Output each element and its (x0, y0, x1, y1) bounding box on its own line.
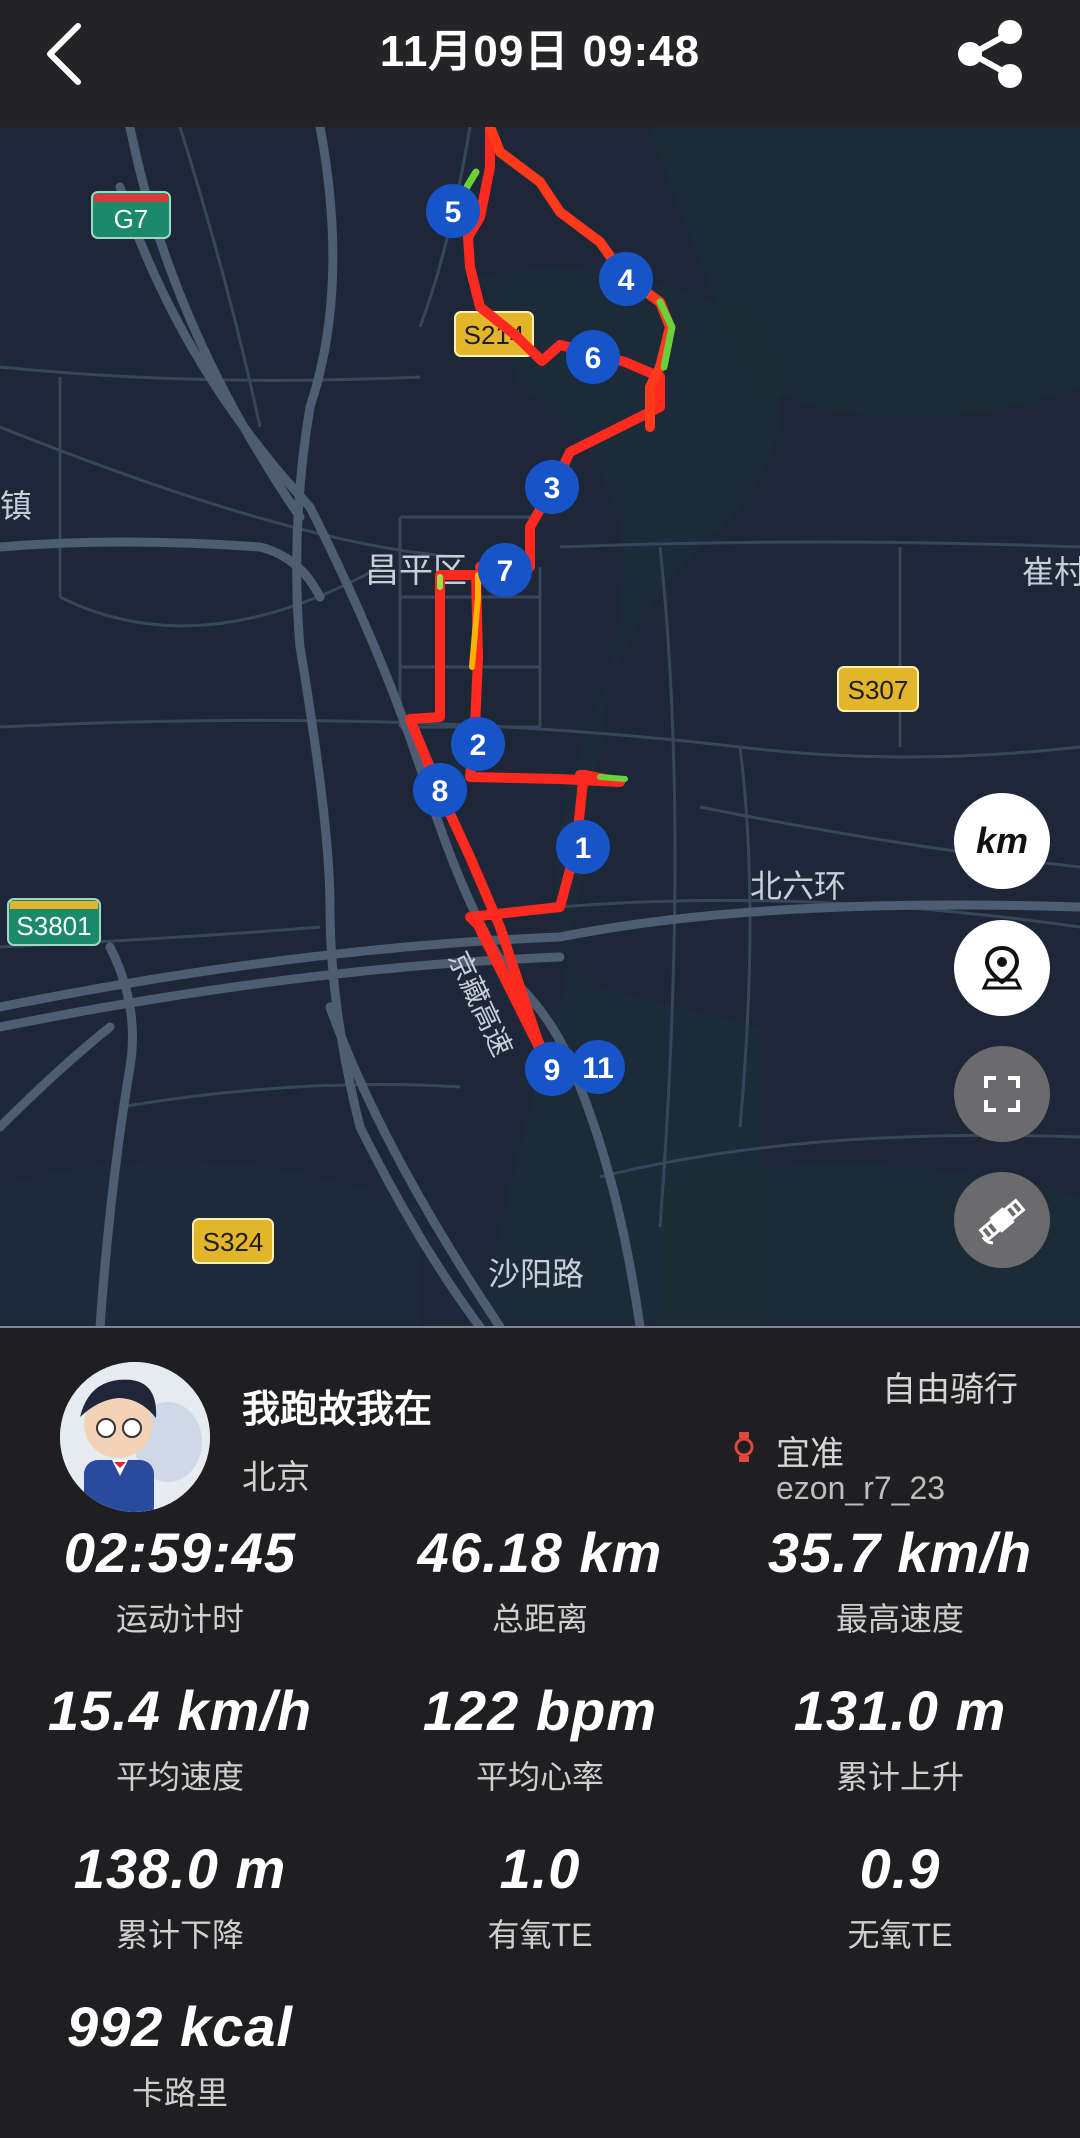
label-beiliuhuan: 北六环 (750, 867, 846, 905)
fullscreen-icon (984, 1076, 1020, 1112)
shield-s3801: S3801 (7, 898, 101, 946)
watch-icon (734, 1432, 754, 1462)
stat-value: 35.7 km/h (767, 1521, 1033, 1584)
stat-label: 平均心率 (475, 1759, 604, 1795)
user-name: 我跑故我在 (242, 1389, 433, 1431)
label-cui: 崔村 (1022, 553, 1080, 591)
activity-type: 自由骑行 (882, 1371, 1018, 1409)
user-city: 北京 (242, 1459, 310, 1497)
stat-value: 122 bpm (422, 1679, 658, 1742)
location-button[interactable] (954, 920, 1050, 1016)
stat-value: 1.0 (499, 1837, 581, 1900)
km-marker-2[interactable]: 2 (451, 717, 505, 771)
device-id: ezon_r7_23 (776, 1470, 946, 1506)
stat-label: 无氧TE (847, 1917, 953, 1953)
stat-label: 累计上升 (835, 1759, 964, 1795)
share-icon[interactable] (950, 14, 1030, 94)
shield-g7: G7 (91, 191, 171, 239)
stat-value: 138.0 m (73, 1837, 287, 1900)
stat-label: 卡路里 (131, 2075, 228, 2111)
svg-text:S324: S324 (203, 1227, 264, 1257)
svg-text:5: 5 (445, 196, 462, 229)
stat-value: 02:59:45 (63, 1521, 297, 1584)
satellite-button[interactable] (954, 1172, 1050, 1268)
svg-text:9: 9 (544, 1054, 561, 1087)
stat-distance: 46.18 km 总距离 (360, 1520, 720, 1640)
stat-anaerobic-te: 0.9 无氧TE (720, 1836, 1080, 1956)
km-unit-button[interactable]: km (954, 793, 1050, 889)
location-pin-icon (981, 945, 1023, 990)
page-title: 11月09日 09:48 (379, 27, 701, 76)
stat-descent: 138.0 m 累计下降 (0, 1836, 360, 1956)
shield-s307: S307 (837, 666, 919, 712)
svg-text:8: 8 (432, 775, 449, 808)
stat-value: 992 kcal (67, 1995, 293, 2058)
svg-text:11: 11 (582, 1052, 614, 1085)
stat-label: 平均速度 (115, 1759, 244, 1795)
svg-text:7: 7 (497, 555, 514, 588)
activity-summary-panel: 我跑故我在 北京 自由骑行 宜准 ezon_r7_23 02:59:45 运动计… (0, 1328, 1080, 2138)
stat-max-speed: 35.7 km/h 最高速度 (720, 1520, 1080, 1640)
label-shayanglu: 沙阳路 (488, 1255, 584, 1293)
km-marker-7[interactable]: 7 (478, 543, 532, 597)
svg-text:3: 3 (544, 472, 561, 505)
avatar[interactable] (60, 1362, 210, 1512)
km-marker-9[interactable]: 9 (525, 1042, 579, 1096)
stat-label: 运动计时 (115, 1601, 244, 1637)
map-canvas: 昌平区 北六环 沙阳路 镇 崔村 京藏高速 G7 S214 S307 S3801… (0, 127, 1080, 1327)
svg-text:S3801: S3801 (16, 911, 91, 941)
stat-label: 最高速度 (835, 1601, 964, 1637)
km-marker-1[interactable]: 1 (556, 820, 610, 874)
fullscreen-button[interactable] (954, 1046, 1050, 1142)
stat-value: 0.9 (859, 1837, 941, 1900)
km-marker-5[interactable]: 5 (426, 184, 480, 238)
route-map[interactable]: 昌平区 北六环 沙阳路 镇 崔村 京藏高速 G7 S214 S307 S3801… (0, 127, 1080, 1327)
stat-avg-heart-rate: 122 bpm 平均心率 (360, 1678, 720, 1798)
stat-value: 131.0 m (793, 1679, 1007, 1742)
svg-text:1: 1 (575, 832, 592, 865)
km-marker-11[interactable]: 11 (571, 1040, 625, 1094)
svg-text:S307: S307 (848, 675, 909, 705)
stat-aerobic-te: 1.0 有氧TE (360, 1836, 720, 1956)
svg-text:2: 2 (470, 729, 487, 762)
stat-avg-speed: 15.4 km/h 平均速度 (0, 1678, 360, 1798)
stat-value: 15.4 km/h (47, 1679, 313, 1742)
label-zhen: 镇 (0, 487, 32, 525)
km-marker-6[interactable]: 6 (566, 330, 620, 384)
stat-label: 总距离 (491, 1601, 588, 1637)
satellite-icon (978, 1198, 1026, 1245)
km-marker-4[interactable]: 4 (599, 252, 653, 306)
top-bar: 11月09日 09:48 (0, 0, 1080, 127)
stat-label: 有氧TE (487, 1917, 593, 1953)
svg-text:6: 6 (585, 342, 602, 375)
km-marker-3[interactable]: 3 (525, 460, 579, 514)
stat-duration: 02:59:45 运动计时 (0, 1520, 360, 1640)
stat-ascent: 131.0 m 累计上升 (720, 1678, 1080, 1798)
user-avatar-image (60, 1362, 210, 1512)
svg-text:G7: G7 (114, 204, 149, 234)
stat-label: 累计下降 (115, 1917, 244, 1953)
device-brand: 宜准 (776, 1435, 844, 1473)
shield-s324: S324 (192, 1218, 274, 1264)
km-marker-8[interactable]: 8 (413, 763, 467, 817)
svg-text:4: 4 (618, 264, 635, 297)
stat-value: 46.18 km (417, 1521, 663, 1584)
stat-calories: 992 kcal 卡路里 (0, 1994, 360, 2114)
